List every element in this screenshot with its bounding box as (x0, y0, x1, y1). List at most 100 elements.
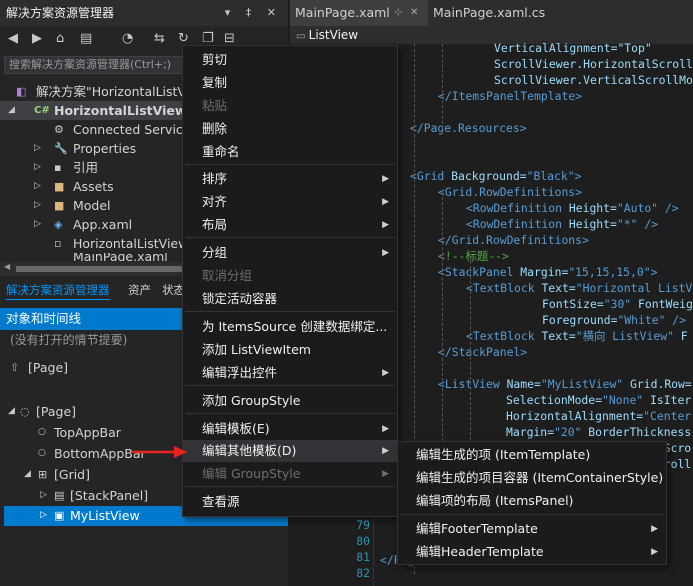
menu-item-create-itemssource-binding[interactable]: 为 ItemsSource 创建数据绑定... (183, 316, 397, 338)
code-token: <Grid.RowDefinitions> (438, 185, 583, 199)
scope-up-icon[interactable]: ⇧ (10, 358, 19, 377)
submenu-item-edit-footer-template[interactable]: 编辑FooterTemplate ▶ (398, 518, 666, 540)
expand-arrow-icon[interactable]: ▷ (34, 139, 41, 158)
menu-item-label: 添加 GroupStyle (202, 393, 301, 408)
menu-item-edit-flyout[interactable]: 编辑浮出控件 ▶ (183, 362, 397, 384)
code-token: Margin= (520, 265, 569, 279)
menu-item-align[interactable]: 对齐 ▶ (183, 191, 397, 213)
indent-guide (442, 44, 443, 134)
code-line[interactable]: <TextBlock Text="横向 ListView" F (466, 328, 688, 344)
code-line[interactable]: <RowDefinition Height="*" /> (466, 216, 658, 232)
pin-icon[interactable]: ⊹ (394, 0, 402, 26)
code-token: BorderThickness (581, 425, 692, 439)
copy-icon[interactable]: ❐ (202, 31, 214, 46)
submenu-arrow-icon: ▶ (382, 469, 389, 479)
expand-arrow-icon[interactable]: ◢ (8, 101, 15, 120)
menu-item-label: 编辑HeaderTemplate (416, 544, 544, 559)
submenu-item-edit-item-template[interactable]: 编辑生成的项 (ItemTemplate) (398, 444, 666, 466)
code-token: </Page.Resources> (410, 121, 527, 135)
menu-item-label: 锁定活动容器 (202, 291, 278, 306)
code-token: <Grid (410, 169, 452, 183)
menu-item-view-source[interactable]: 查看源 (183, 491, 397, 513)
code-line[interactable]: ScrollViewer.HorizontalScroll (494, 56, 693, 72)
code-token: <RowDefinition (466, 217, 569, 231)
code-line[interactable]: <!--标题--> (438, 248, 509, 264)
code-line[interactable]: </Page.Resources> (410, 120, 527, 136)
tab-assets[interactable]: 资产 (128, 281, 151, 299)
home-icon[interactable]: ⌂ (56, 31, 64, 46)
code-line[interactable]: SelectionMode="None" IsIter (506, 392, 691, 408)
menu-item-label: 编辑 GroupStyle (202, 466, 301, 481)
expand-arrow-icon[interactable]: ▷ (34, 158, 41, 177)
code-token: /> (637, 217, 659, 231)
menu-item-paste[interactable]: 粘贴 (183, 95, 397, 117)
code-line[interactable]: </StackPanel> (438, 344, 527, 360)
menu-item-edit-template[interactable]: 编辑模板(E) ▶ (183, 418, 397, 440)
menu-item-copy[interactable]: 复制 (183, 72, 397, 94)
menu-item-lock-active-container[interactable]: 锁定活动容器 (183, 288, 397, 310)
forward-icon[interactable]: ▶ (32, 31, 42, 46)
menu-item-cut[interactable]: 剪切 (183, 49, 397, 71)
context-menu: 剪切 复制 粘贴 删除 重命名 排序 ▶ 对齐 ▶ 布局 ▶ 分组 ▶ 取消分组 锁定活动容器为 Items… (182, 45, 398, 517)
folder-icon: ■ (54, 180, 65, 193)
menu-item-sort[interactable]: 排序 ▶ (183, 168, 397, 190)
code-line[interactable]: <Grid Background="Black"> (410, 168, 581, 184)
switch-views-icon[interactable]: ▤ (80, 31, 92, 46)
code-token: /> (665, 313, 687, 327)
refresh-icon[interactable]: ↻ (178, 31, 189, 46)
menu-item-edit-other-templates[interactable]: 编辑其他模板(D) ▶ (183, 440, 397, 462)
code-line[interactable]: <RowDefinition Height="Auto" /> (466, 200, 679, 216)
expand-arrow-icon[interactable]: ▷ (34, 196, 41, 215)
menu-item-rename[interactable]: 重命名 (183, 141, 397, 163)
tab-mainpage-xaml-cs[interactable]: MainPage.xaml.cs (428, 0, 548, 26)
code-token: "横向 ListView" (575, 329, 674, 343)
menu-item-delete[interactable]: 删除 (183, 118, 397, 140)
expand-arrow-icon[interactable]: ◢ (24, 465, 31, 484)
submenu-item-edit-item-container-style[interactable]: 编辑生成的项目容器 (ItemContainerStyle) (398, 467, 666, 489)
menu-item-add-groupstyle[interactable]: 添加 GroupStyle (183, 390, 397, 412)
code-token: "White" (617, 313, 666, 327)
code-line[interactable]: FontSize="30" FontWeig (542, 296, 693, 312)
scroll-left-icon[interactable]: ◀ (4, 262, 10, 271)
collapse-all-icon[interactable]: ⊟ (224, 31, 235, 46)
code-line[interactable]: Margin="20" BorderThickness (506, 424, 691, 440)
title-bar-icons[interactable]: ▾ ‡ ✕ (225, 0, 282, 26)
menu-item-edit-groupstyle[interactable]: 编辑 GroupStyle ▶ (183, 463, 397, 485)
menu-item-label: 布局 (202, 217, 228, 232)
submenu-item-edit-items-panel[interactable]: 编辑项的布局 (ItemsPanel) (398, 490, 666, 512)
sync-icon[interactable]: ⇆ (154, 31, 165, 46)
menu-item-label: 删除 (202, 121, 228, 136)
tab-solution-explorer[interactable]: 解决方案资源管理器 (6, 281, 110, 300)
code-token: IsIter (643, 393, 692, 407)
code-token: <!--标题--> (438, 249, 509, 263)
code-token: "Horizontal ListV (575, 281, 693, 295)
expand-arrow-icon[interactable]: ◢ (8, 402, 15, 421)
expand-arrow-icon[interactable]: ▷ (34, 215, 41, 234)
code-line[interactable]: </Grid.RowDefinitions> (438, 232, 589, 248)
code-line[interactable]: <ListView Name="MyListView" Grid.Row= (438, 376, 692, 392)
menu-item-layout[interactable]: 布局 ▶ (183, 214, 397, 236)
code-line[interactable]: <TextBlock Text="Horizontal ListV (466, 280, 692, 296)
code-line[interactable]: HorizontalAlignment="Center (506, 408, 691, 424)
code-line[interactable]: <Grid.RowDefinitions> (438, 184, 582, 200)
expand-arrow-icon[interactable]: ▷ (40, 506, 47, 525)
menu-item-group[interactable]: 分组 ▶ (183, 242, 397, 264)
submenu-item-edit-header-template[interactable]: 编辑HeaderTemplate ▶ (398, 541, 666, 563)
history-icon[interactable]: ◔ (122, 31, 133, 46)
code-token: F (673, 329, 688, 343)
menu-item-ungroup[interactable]: 取消分组 (183, 265, 397, 287)
code-token: <TextBlock (466, 281, 542, 295)
code-line[interactable]: VerticalAlignment="Top" (494, 40, 652, 56)
back-icon[interactable]: ◀ (8, 31, 18, 46)
menu-item-label: 添加 ListViewItem (202, 342, 311, 357)
expand-arrow-icon[interactable]: ▷ (34, 177, 41, 196)
code-line[interactable]: Foreground="White" /> (542, 312, 686, 328)
code-line[interactable]: </ItemsPanelTemplate> (438, 88, 582, 104)
tab-mainpage-xaml[interactable]: MainPage.xaml ⊹ ✕ (290, 0, 428, 26)
xaml-file-icon: ◈ (54, 218, 63, 231)
csharp-project-icon: C# (34, 105, 50, 116)
close-icon[interactable]: ✕ (410, 0, 418, 26)
menu-item-add-listviewitem[interactable]: 添加 ListViewItem (183, 339, 397, 361)
expand-arrow-icon[interactable]: ▷ (40, 486, 47, 505)
code-line[interactable]: ScrollViewer.VerticalScrollMo (494, 72, 693, 88)
